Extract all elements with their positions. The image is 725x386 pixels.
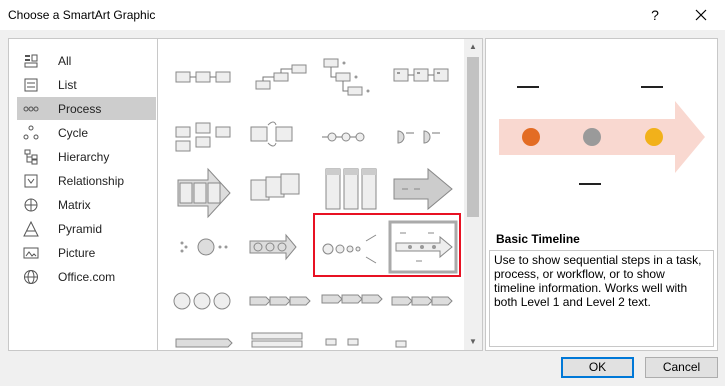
close-icon <box>695 9 707 21</box>
ok-button[interactable]: OK <box>561 357 634 378</box>
layout-thumbnail[interactable] <box>246 329 316 350</box>
sidebar-item-all[interactable]: All <box>17 49 156 72</box>
sidebar-item-hierarchy[interactable]: Hierarchy <box>17 145 156 168</box>
globe-icon <box>24 270 38 284</box>
relationship-icon <box>24 174 38 188</box>
title-bar: Choose a SmartArt Graphic ? <box>0 0 725 30</box>
layout-thumbnail[interactable] <box>246 219 316 279</box>
sidebar-item-cycle[interactable]: Cycle <box>17 121 156 144</box>
layout-thumbnail[interactable] <box>246 47 316 107</box>
gallery-scrollbar[interactable]: ▲ ▼ <box>464 39 482 350</box>
layout-thumbnail[interactable] <box>168 109 238 169</box>
layout-thumbnail[interactable] <box>318 47 388 107</box>
scroll-down-icon[interactable]: ▼ <box>464 334 482 350</box>
layout-thumbnail[interactable] <box>388 109 458 169</box>
basic-timeline-preview-art <box>499 86 705 185</box>
help-button[interactable]: ? <box>640 4 670 26</box>
sidebar-item-label: Office.com <box>58 270 116 284</box>
preview-pane: Basic Timeline Use to show sequential st… <box>485 38 718 351</box>
selected-layout-highlight <box>313 213 461 277</box>
timeline-circle-1 <box>522 128 540 146</box>
sidebar-item-label: All <box>58 54 72 68</box>
category-list: All List Process Cycle Hierarchy Relatio… <box>8 38 158 351</box>
preview-title: Basic Timeline <box>496 232 580 246</box>
layout-thumbnail[interactable] <box>168 219 238 279</box>
sidebar-item-office-com[interactable]: Office.com <box>17 265 156 288</box>
sidebar-item-label: Pyramid <box>58 222 103 236</box>
layout-thumbnail[interactable] <box>318 109 388 169</box>
all-icon <box>24 54 38 68</box>
sidebar-item-label: List <box>58 78 77 92</box>
sidebar-item-relationship[interactable]: Relationship <box>17 169 156 192</box>
sidebar-item-label: Cycle <box>58 126 89 140</box>
matrix-icon <box>24 198 38 212</box>
close-button[interactable] <box>684 4 718 26</box>
layout-thumbnail[interactable] <box>246 109 316 169</box>
preview-description: Use to show sequential steps in a task, … <box>489 250 714 347</box>
sidebar-item-list[interactable]: List <box>17 73 156 96</box>
pyramid-icon <box>23 221 39 237</box>
timeline-circle-2 <box>583 128 601 146</box>
layout-thumbnail[interactable] <box>168 329 238 350</box>
sidebar-item-process[interactable]: Process <box>17 97 156 120</box>
sidebar-item-label: Process <box>58 102 102 116</box>
layout-thumbnail[interactable] <box>168 47 238 107</box>
layout-thumbnail[interactable] <box>246 165 316 225</box>
timeline-circle-3 <box>645 128 663 146</box>
hierarchy-icon <box>24 149 38 165</box>
process-icon <box>23 106 39 112</box>
scroll-up-icon[interactable]: ▲ <box>464 39 482 55</box>
cycle-icon <box>23 125 39 140</box>
layout-thumbnail[interactable] <box>388 329 458 350</box>
sidebar-item-label: Picture <box>58 246 96 260</box>
layout-thumbnail[interactable] <box>318 329 388 350</box>
sidebar-item-label: Hierarchy <box>58 150 110 164</box>
scrollbar-thumb[interactable] <box>467 57 479 217</box>
sidebar-item-matrix[interactable]: Matrix <box>17 193 156 216</box>
list-icon <box>24 78 38 92</box>
layout-gallery: ▲ ▼ <box>157 38 483 351</box>
sidebar-item-pyramid[interactable]: Pyramid <box>17 217 156 240</box>
dialog-title: Choose a SmartArt Graphic <box>8 8 156 22</box>
sidebar-item-label: Relationship <box>58 174 125 188</box>
sidebar-item-label: Matrix <box>58 198 91 212</box>
picture-icon <box>23 247 39 259</box>
layout-thumbnail[interactable] <box>388 47 458 107</box>
sidebar-item-picture[interactable]: Picture <box>17 241 156 264</box>
cancel-button[interactable]: Cancel <box>645 357 718 378</box>
layout-thumbnail[interactable] <box>168 165 238 225</box>
